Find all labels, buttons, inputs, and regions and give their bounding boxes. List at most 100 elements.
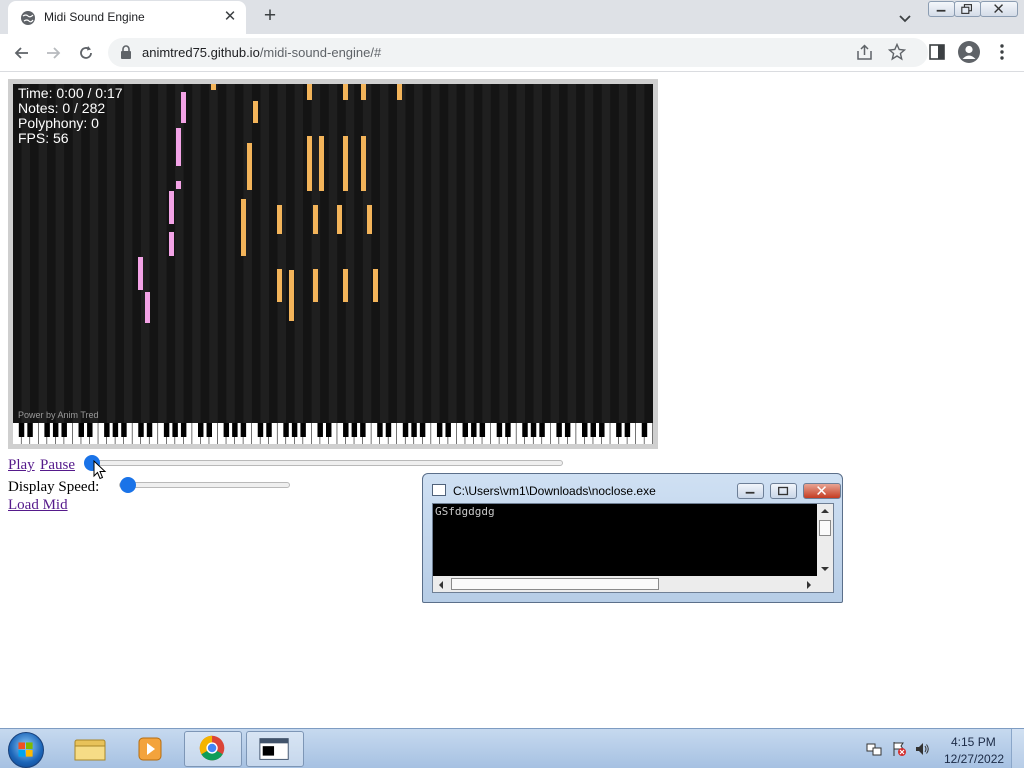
bookmark-star-icon[interactable]	[888, 43, 906, 61]
note-bar	[211, 84, 216, 90]
black-key	[462, 423, 468, 437]
black-key	[471, 423, 477, 437]
window-close-button[interactable]	[980, 1, 1018, 17]
black-key	[377, 423, 383, 437]
key-lane	[490, 84, 500, 423]
note-bar	[241, 199, 246, 256]
key-lane	[542, 84, 551, 423]
side-panel-icon[interactable]	[929, 44, 945, 60]
tab-close-icon[interactable]: ✕	[222, 9, 238, 25]
black-key	[445, 423, 451, 437]
tab-search-chevron-icon[interactable]	[896, 9, 914, 27]
console-horizontal-scrollbar[interactable]	[433, 576, 833, 592]
clock-time[interactable]: 4:15 PM	[951, 735, 996, 749]
scroll-up-arrow-icon[interactable]	[820, 507, 830, 515]
scroll-down-arrow-icon[interactable]	[820, 565, 830, 573]
key-lane	[260, 84, 269, 423]
address-bar[interactable]: animtred75.github.io/midi-sound-engine/#	[108, 38, 928, 67]
profile-avatar-icon[interactable]	[958, 41, 980, 63]
black-key	[163, 423, 170, 437]
play-link[interactable]: Play	[8, 457, 35, 474]
key-lane	[123, 84, 133, 423]
fps-readout: FPS: 56	[18, 130, 69, 146]
show-desktop-button[interactable]	[1011, 729, 1024, 768]
scroll-left-arrow-icon[interactable]	[437, 580, 445, 590]
action-center-flag-icon[interactable]	[891, 741, 907, 757]
note-bar	[307, 136, 312, 191]
black-key	[121, 423, 127, 437]
reload-icon[interactable]	[76, 43, 96, 63]
key-lane	[567, 84, 577, 423]
load-mid-link[interactable]: Load Mid	[8, 497, 68, 514]
kebab-menu-icon[interactable]	[995, 43, 1009, 61]
lock-icon[interactable]	[120, 45, 132, 60]
console-vertical-scroll-thumb[interactable]	[819, 520, 831, 536]
key-lane	[158, 84, 167, 423]
black-key	[283, 423, 289, 437]
display-speed-slider-track[interactable]	[119, 482, 290, 488]
key-lane	[465, 84, 474, 423]
start-button-windows-logo-icon[interactable]	[8, 732, 44, 768]
key-lane	[251, 84, 261, 423]
back-arrow-icon[interactable]	[12, 43, 32, 63]
browser-tab[interactable]: Midi Sound Engine ✕	[8, 1, 246, 34]
black-key	[599, 423, 605, 437]
key-lane	[439, 84, 449, 423]
clock-date[interactable]: 12/27/2022	[944, 752, 1004, 766]
taskbar-console[interactable]	[246, 731, 304, 767]
black-key	[180, 423, 187, 437]
taskbar-windows-explorer[interactable]	[61, 731, 119, 767]
url-text[interactable]: animtred75.github.io/midi-sound-engine/#	[142, 45, 381, 60]
window-restore-button[interactable]	[954, 1, 981, 17]
network-icon[interactable]	[866, 741, 882, 757]
console-window[interactable]: C:\Users\vm1\Downloads\noclose.exe GSfdg…	[422, 473, 843, 603]
black-key	[172, 423, 178, 437]
new-tab-plus-icon[interactable]: +	[259, 5, 281, 28]
console-minimize-button[interactable]	[737, 483, 764, 499]
console-output-area[interactable]: GSfdgdgdg	[432, 503, 834, 593]
taskbar-google-chrome[interactable]	[184, 731, 242, 767]
key-lane	[183, 84, 193, 423]
black-key	[27, 423, 33, 437]
console-maximize-button[interactable]	[770, 483, 797, 499]
console-vertical-scrollbar[interactable]	[817, 504, 833, 577]
mouse-cursor-icon	[93, 460, 107, 480]
taskbar-media-player[interactable]	[122, 731, 180, 767]
black-key	[496, 423, 503, 437]
black-key	[317, 423, 323, 437]
key-lane	[499, 84, 508, 423]
key-lane	[618, 84, 628, 423]
share-icon[interactable]	[856, 44, 873, 61]
note-bar	[169, 232, 174, 256]
forward-arrow-icon[interactable]	[43, 43, 63, 63]
note-bar	[145, 292, 150, 323]
chrome-icon	[199, 735, 225, 761]
key-lane	[644, 84, 653, 423]
black-key	[436, 423, 443, 437]
console-output-text: GSfdgdgdg	[435, 505, 495, 518]
black-key	[530, 423, 537, 437]
black-key	[360, 423, 366, 437]
console-close-button[interactable]	[803, 483, 841, 499]
black-key	[87, 423, 93, 437]
close-icon	[817, 486, 827, 496]
scroll-right-arrow-icon[interactable]	[805, 580, 813, 590]
black-key	[138, 423, 144, 437]
key-lane	[448, 84, 457, 423]
volume-speaker-icon[interactable]	[914, 741, 930, 757]
note-bar	[343, 269, 348, 302]
black-key	[385, 423, 392, 437]
key-lane	[550, 84, 560, 423]
console-horizontal-scroll-thumb[interactable]	[451, 578, 659, 590]
media-player-icon	[138, 737, 162, 761]
pause-link[interactable]: Pause	[40, 457, 75, 474]
key-lane	[303, 84, 312, 423]
black-key	[505, 423, 511, 437]
key-lane	[635, 84, 645, 423]
note-bar	[176, 128, 181, 166]
note-bar	[373, 269, 378, 302]
seek-slider-track[interactable]	[92, 460, 563, 466]
display-speed-slider-thumb[interactable]	[119, 477, 136, 493]
black-key	[419, 423, 426, 437]
window-minimize-button[interactable]	[928, 1, 955, 17]
